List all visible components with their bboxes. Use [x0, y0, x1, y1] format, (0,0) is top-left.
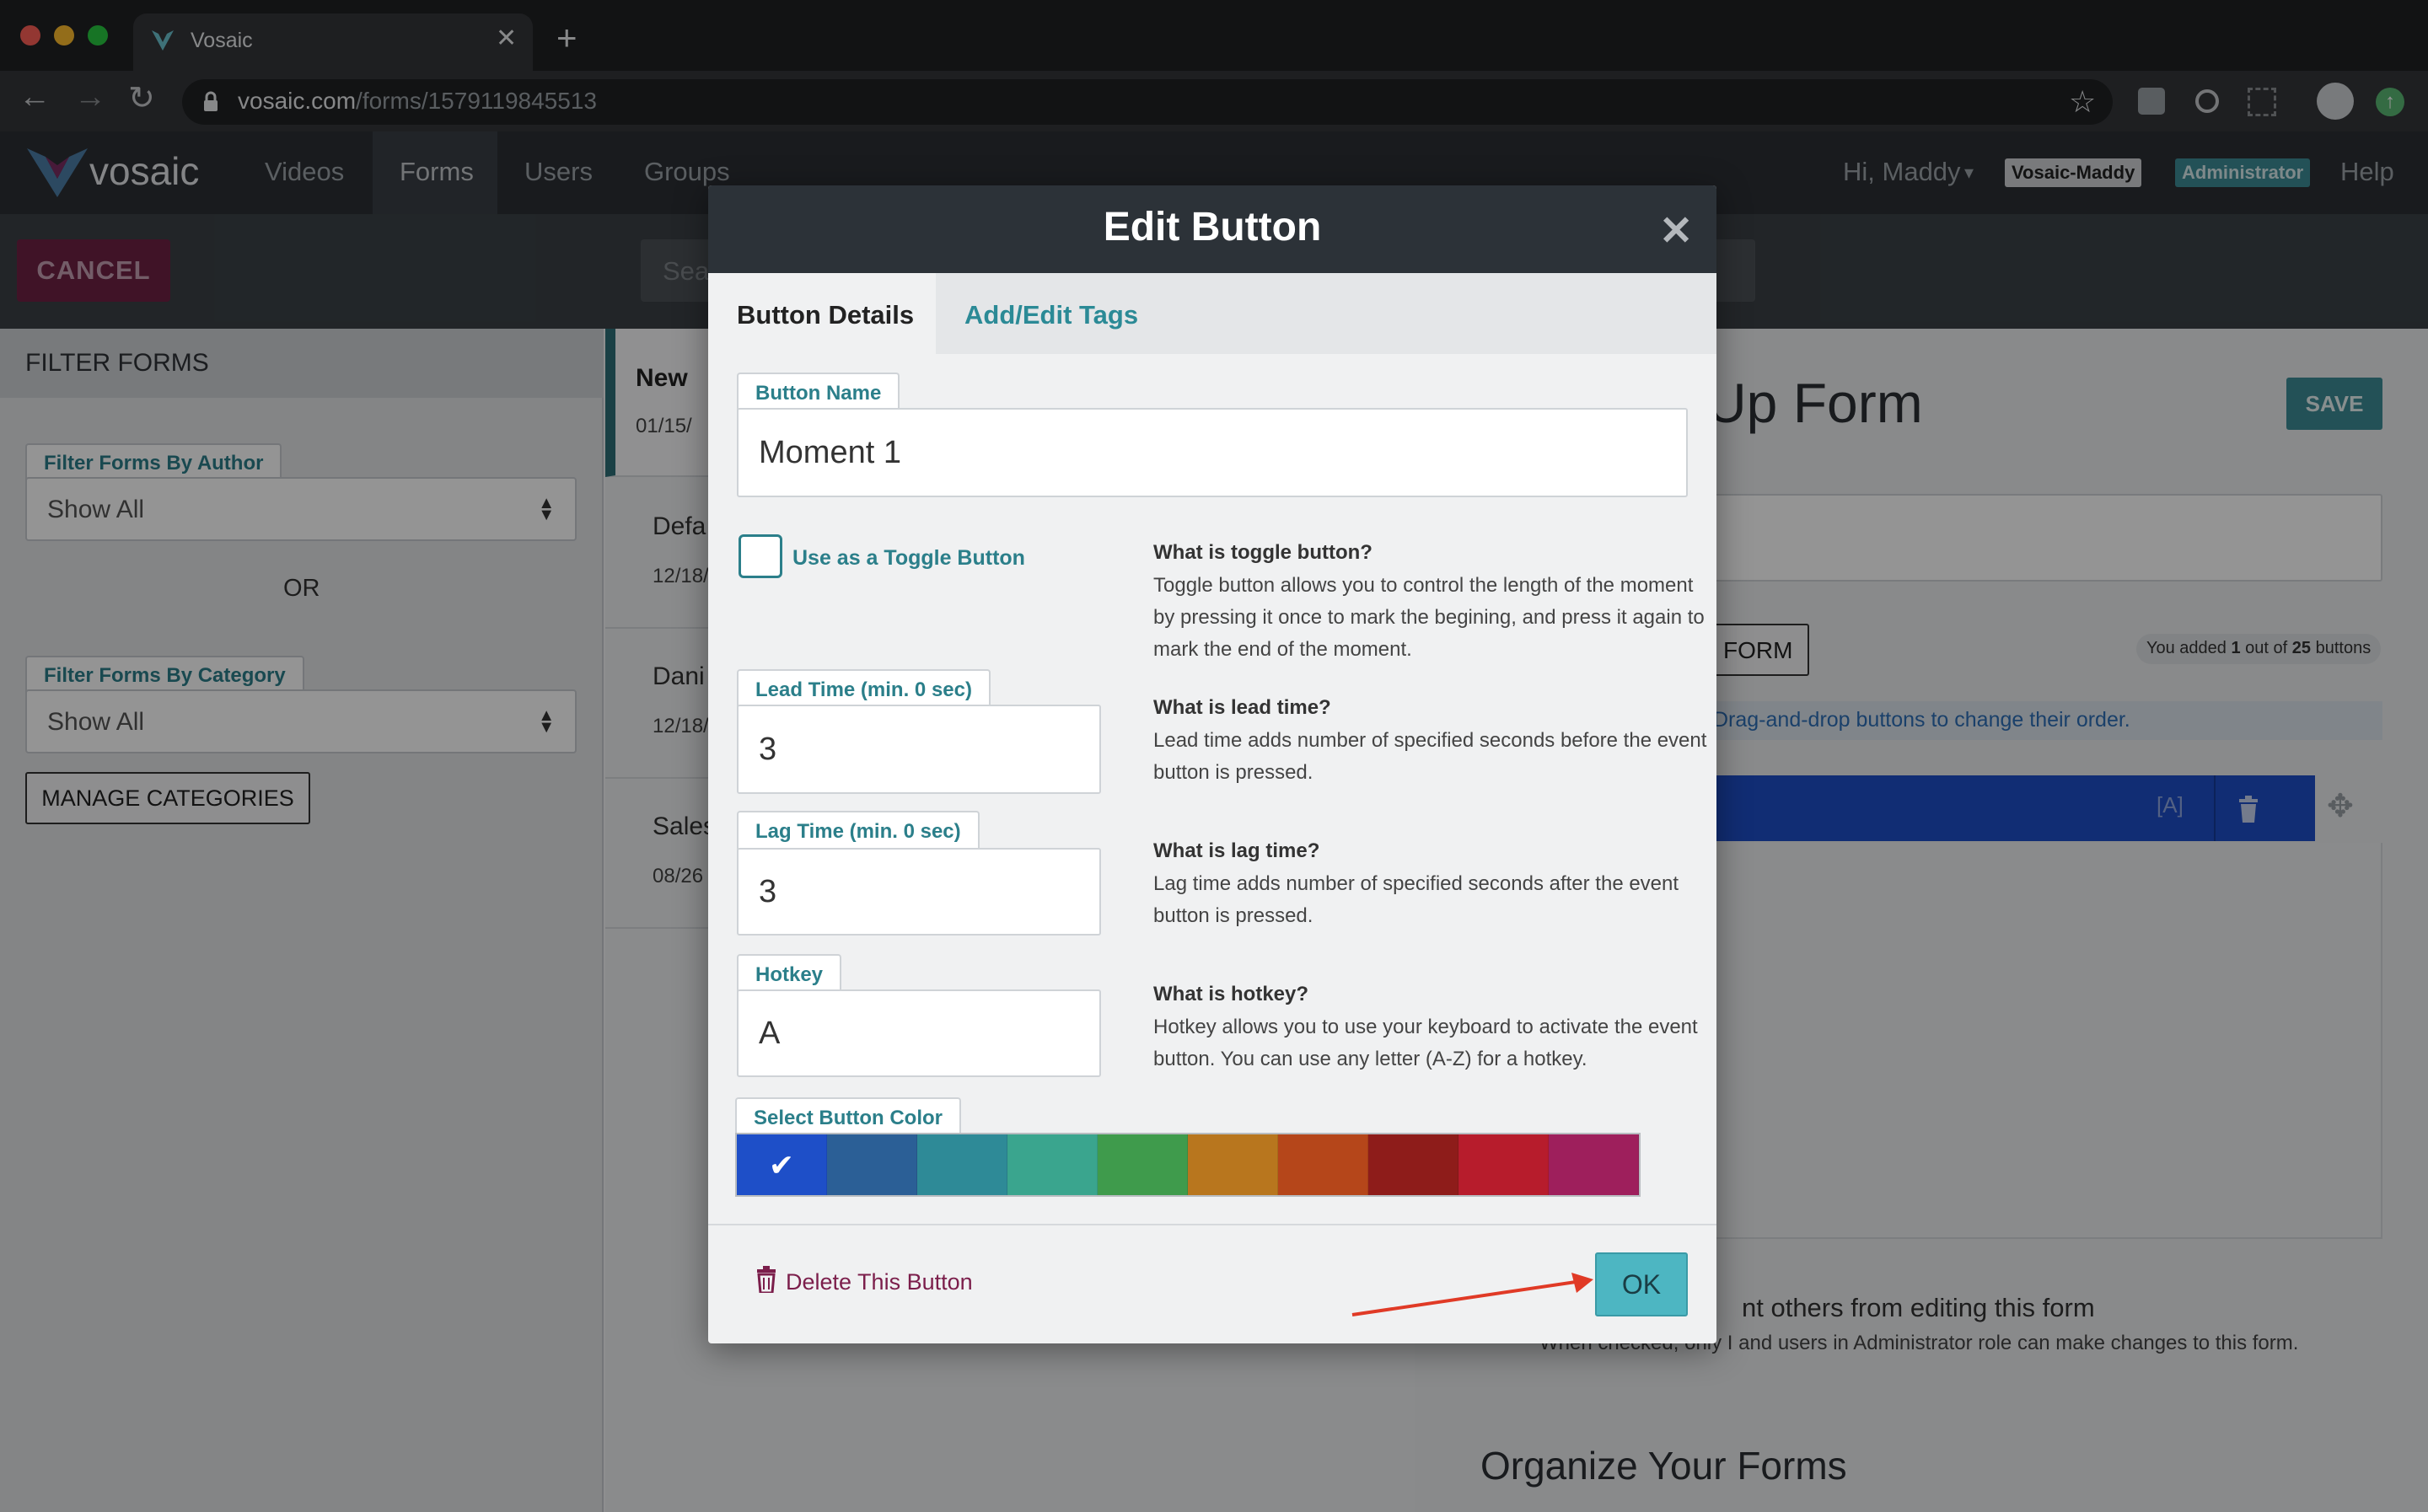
- lag-time-input[interactable]: 3: [737, 848, 1101, 936]
- lag-help-text: Lag time adds number of specified second…: [1153, 872, 1679, 927]
- button-name-input[interactable]: Moment 1: [737, 408, 1688, 497]
- edit-button-modal: Edit Button ✕ Button Details Add/Edit Ta…: [708, 185, 1716, 1343]
- lead-time-label: Lead Time (min. 0 sec): [737, 669, 991, 708]
- trash-icon: [757, 1266, 776, 1295]
- tab-button-details[interactable]: Button Details: [737, 300, 914, 330]
- button-name-label: Button Name: [737, 373, 900, 411]
- color-swatch[interactable]: [1188, 1134, 1278, 1195]
- button-name-value: Moment 1: [759, 434, 901, 470]
- color-swatch[interactable]: [917, 1134, 1007, 1195]
- color-swatch[interactable]: [827, 1134, 917, 1195]
- hotkey-value: A: [759, 1015, 781, 1051]
- lag-time-label: Lag Time (min. 0 sec): [737, 811, 980, 850]
- modal-title: Edit Button: [1103, 205, 1322, 249]
- button-color-label: Select Button Color: [735, 1097, 962, 1136]
- lead-time-input[interactable]: 3: [737, 705, 1101, 794]
- toggle-button-checkbox[interactable]: [739, 534, 782, 578]
- toggle-help-text: Toggle button allows you to control the …: [1153, 574, 1705, 661]
- checkmark-icon: ✔: [768, 1148, 795, 1182]
- hotkey-input[interactable]: A: [737, 989, 1101, 1077]
- tab-add-edit-tags[interactable]: Add/Edit Tags: [964, 300, 1138, 330]
- delete-button-link[interactable]: Delete This Button: [755, 1266, 973, 1295]
- lead-help-text: Lead time adds number of specified secon…: [1153, 729, 1707, 784]
- lag-time-value: 3: [759, 873, 777, 909]
- color-swatch-row: ✔: [735, 1133, 1641, 1197]
- toggle-button-label[interactable]: Use as a Toggle Button: [792, 546, 1025, 571]
- color-swatch[interactable]: [1007, 1134, 1098, 1195]
- red-arrow-annotation: [1351, 1273, 1593, 1316]
- color-swatch[interactable]: [1278, 1134, 1368, 1195]
- close-icon[interactable]: ✕: [1659, 207, 1693, 255]
- ok-button[interactable]: OK: [1595, 1252, 1688, 1316]
- color-swatch[interactable]: [1458, 1134, 1549, 1195]
- color-swatch[interactable]: [1098, 1134, 1188, 1195]
- toggle-help-title: What is toggle button?: [1153, 541, 1372, 564]
- hotkey-help-text: Hotkey allows you to use your keyboard t…: [1153, 1016, 1698, 1070]
- hotkey-help-title: What is hotkey?: [1153, 983, 1309, 1005]
- delete-button-label: Delete This Button: [786, 1269, 973, 1295]
- lag-help-title: What is lag time?: [1153, 839, 1320, 862]
- color-swatch[interactable]: ✔: [737, 1134, 827, 1195]
- lead-time-value: 3: [759, 731, 777, 767]
- color-swatch[interactable]: [1549, 1134, 1639, 1195]
- modal-footer-divider: [708, 1224, 1716, 1225]
- hotkey-label: Hotkey: [737, 954, 842, 993]
- lead-help-title: What is lead time?: [1153, 696, 1331, 719]
- color-swatch[interactable]: [1368, 1134, 1458, 1195]
